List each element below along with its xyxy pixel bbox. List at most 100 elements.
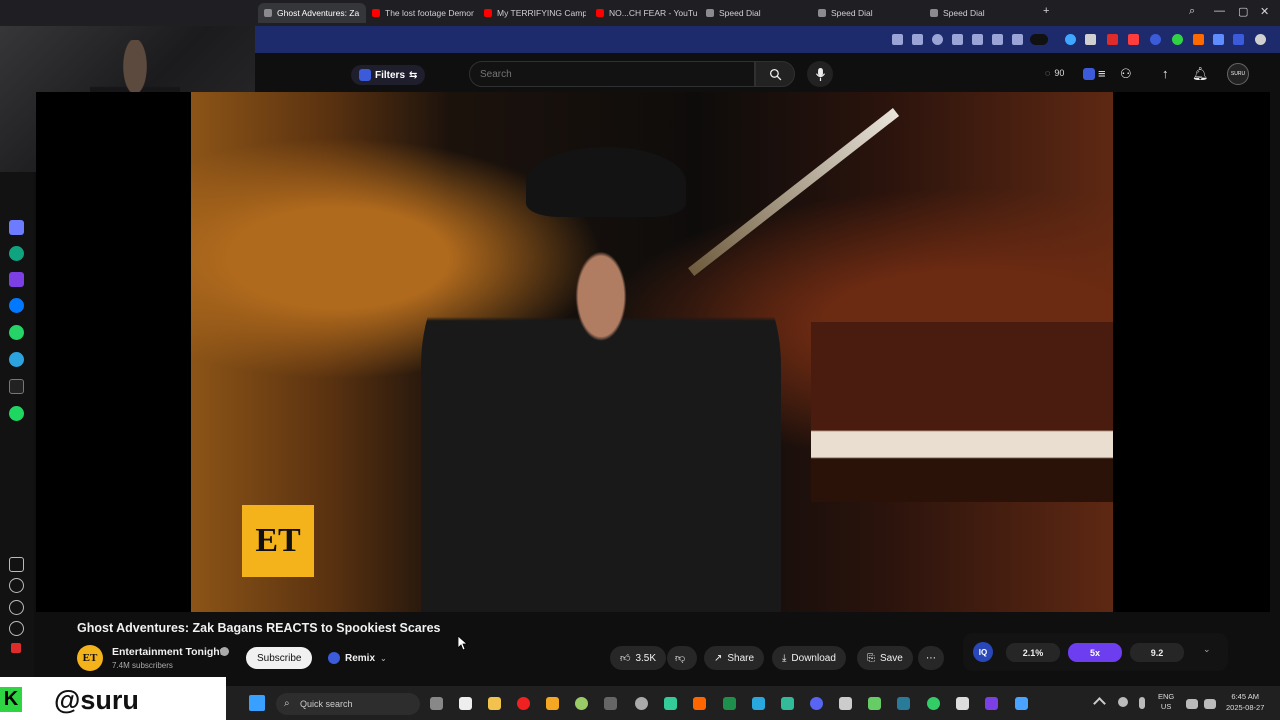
tab-speed-dial[interactable]: Speed Dial: [812, 3, 920, 23]
rewards-counter[interactable]: ◌ 90: [1045, 68, 1064, 78]
extension-icon[interactable]: [1213, 34, 1224, 45]
heart-icon[interactable]: [9, 578, 24, 593]
iq-icon[interactable]: [1083, 68, 1095, 80]
speed-option[interactable]: 9.2: [1130, 643, 1184, 662]
microphone-icon[interactable]: [1139, 697, 1145, 709]
extension-icon[interactable]: ⚇: [1120, 66, 1132, 82]
history-icon[interactable]: [932, 34, 943, 45]
app-icon[interactable]: [839, 697, 852, 710]
task-view-icon[interactable]: [430, 697, 443, 710]
extension-icon[interactable]: [892, 34, 903, 45]
channel-name[interactable]: Entertainment Tonight: [112, 646, 223, 658]
app-icon[interactable]: [927, 697, 940, 710]
file-explorer-icon[interactable]: [488, 697, 501, 710]
extension-icon[interactable]: [1085, 34, 1096, 45]
app-icon[interactable]: [575, 697, 588, 710]
list-icon[interactable]: ≡: [1098, 66, 1106, 81]
search-input[interactable]: [469, 61, 755, 87]
app-icon[interactable]: [956, 697, 969, 710]
rss-icon[interactable]: [1128, 34, 1139, 45]
tab-lost-footage[interactable]: The lost footage Demon h: [366, 3, 474, 23]
tab-search-icon[interactable]: ⌕: [1189, 5, 1195, 18]
network-icon[interactable]: [1186, 699, 1198, 709]
filters-button[interactable]: Filters ⇆: [351, 65, 426, 85]
extension-icon[interactable]: [1233, 34, 1244, 45]
speed-option[interactable]: 2.1%: [1006, 643, 1060, 662]
menu-icon[interactable]: [1012, 34, 1023, 45]
app-icon[interactable]: [546, 697, 559, 710]
app-icon[interactable]: [752, 697, 765, 710]
extension-icon[interactable]: [1107, 34, 1118, 45]
new-tab-icon[interactable]: +: [1043, 5, 1049, 17]
app-icon[interactable]: [1015, 697, 1028, 710]
extension-icon[interactable]: [1150, 34, 1161, 45]
telegram-icon[interactable]: [9, 352, 24, 367]
minimize-icon[interactable]: —: [1214, 5, 1225, 17]
tray-chevron-icon[interactable]: [1093, 697, 1106, 710]
play-icon[interactable]: [952, 34, 963, 45]
store-icon[interactable]: [459, 697, 472, 710]
maximize-icon[interactable]: ▢: [1238, 5, 1248, 18]
close-icon[interactable]: ✕: [1260, 5, 1269, 18]
messenger-icon[interactable]: [9, 298, 24, 313]
volume-icon[interactable]: [1204, 699, 1216, 709]
whatsapp-icon[interactable]: [9, 325, 24, 340]
remix-button[interactable]: Remix ⌄: [320, 647, 395, 669]
app-icon[interactable]: [9, 272, 24, 287]
app-icon[interactable]: [664, 697, 677, 710]
extension-icon[interactable]: [1172, 34, 1183, 45]
heart-icon[interactable]: [972, 34, 983, 45]
grid-icon[interactable]: [9, 557, 24, 572]
tab-speed-dial[interactable]: Speed Dial: [700, 3, 808, 23]
extension-icon[interactable]: [1065, 34, 1076, 45]
share-button[interactable]: ↗ Share: [704, 646, 765, 670]
windows-start-icon[interactable]: [249, 695, 265, 711]
more-icon[interactable]: [1030, 34, 1048, 45]
upload-arrow-icon[interactable]: ↑: [1162, 66, 1169, 81]
clock-icon[interactable]: [9, 600, 24, 615]
chevron-down-icon[interactable]: ⌄: [1203, 644, 1211, 655]
settings-icon[interactable]: [9, 621, 24, 636]
video-frame[interactable]: [191, 92, 1113, 612]
tab-ghost-adventures[interactable]: Ghost Adventures: Za: [258, 3, 366, 23]
app-icon[interactable]: [868, 697, 881, 710]
channel-avatar[interactable]: ET: [77, 645, 103, 671]
clock[interactable]: 6:45 AM 2025-08-27: [1226, 691, 1264, 713]
extension-icon[interactable]: [912, 34, 923, 45]
app-icon[interactable]: [781, 697, 794, 710]
voice-search-button[interactable]: [807, 61, 833, 87]
app-icon[interactable]: [604, 697, 617, 710]
extension-icon[interactable]: [1193, 34, 1204, 45]
opera-icon[interactable]: [517, 697, 530, 710]
x-icon[interactable]: [9, 379, 24, 394]
vlc-icon[interactable]: [693, 697, 706, 710]
discord-icon[interactable]: [810, 697, 823, 710]
dislike-button[interactable]: 👎︎: [667, 646, 697, 670]
search-button[interactable]: [755, 61, 795, 87]
tray-icon[interactable]: [1118, 697, 1128, 707]
app-icon[interactable]: [11, 643, 21, 653]
app-icon[interactable]: [9, 220, 24, 235]
app-icon[interactable]: [985, 697, 998, 710]
app-icon[interactable]: [635, 697, 648, 710]
chatgpt-icon[interactable]: [9, 246, 24, 261]
taskbar-search[interactable]: ⌕ Quick search: [276, 693, 420, 715]
download-button[interactable]: ⤓ Download: [772, 646, 846, 670]
tab-speed-dial[interactable]: Speed Dial: [924, 3, 1032, 23]
profile-avatar[interactable]: SURU: [1227, 63, 1249, 85]
speed-option-selected[interactable]: 5x: [1068, 643, 1122, 662]
spotify-icon[interactable]: [9, 406, 24, 421]
notifications-bell-icon[interactable]: 🔔︎: [1192, 66, 1209, 82]
save-button[interactable]: ⎘ Save: [857, 646, 913, 670]
subscribe-button[interactable]: Subscribe: [246, 647, 313, 669]
like-button[interactable]: 👍︎ 3.5K: [610, 646, 667, 670]
more-actions-button[interactable]: ⋯: [918, 646, 944, 670]
tab-fear[interactable]: NO...CH FEAR - YouTube: [590, 3, 698, 23]
profile-icon[interactable]: [1255, 34, 1266, 45]
video-player[interactable]: ET: [36, 92, 1270, 612]
tab-camping[interactable]: My TERRIFYING Camping: [478, 3, 586, 23]
language-indicator[interactable]: ENG US: [1158, 692, 1174, 712]
app-icon[interactable]: [723, 697, 736, 710]
app-icon[interactable]: [897, 697, 910, 710]
download-icon[interactable]: [992, 34, 1003, 45]
